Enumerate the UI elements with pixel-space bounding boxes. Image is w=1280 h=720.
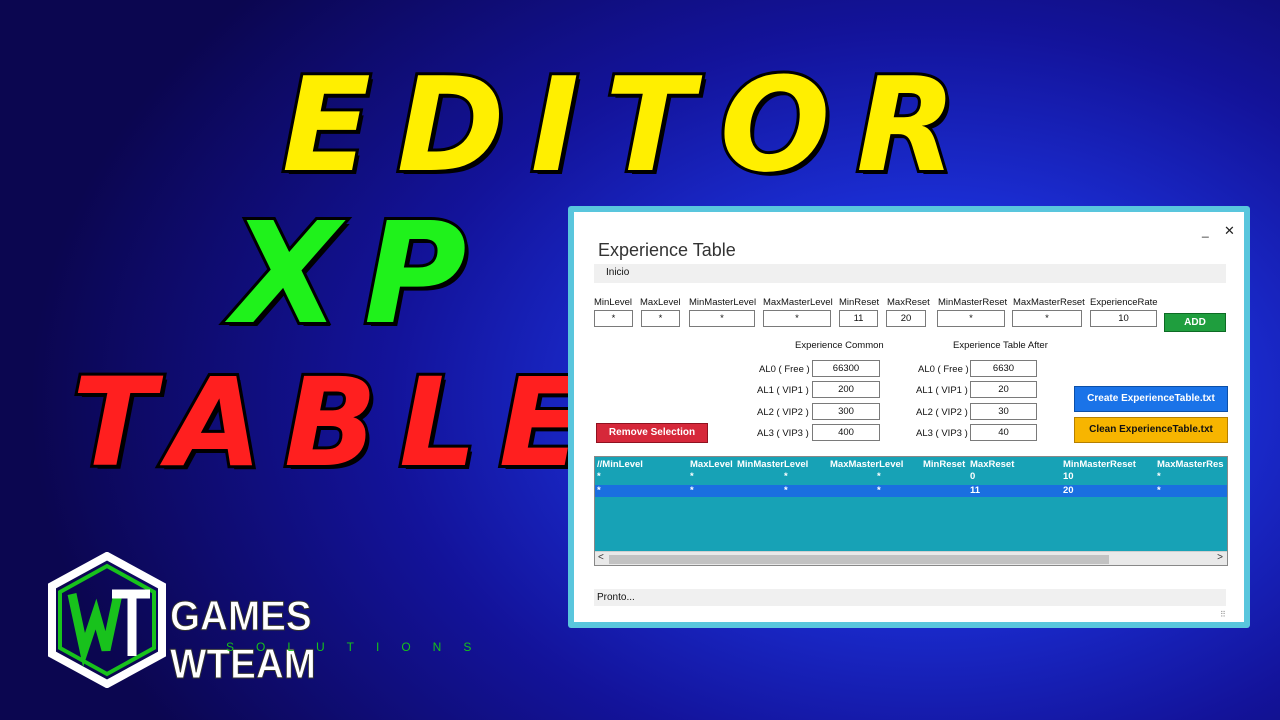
column-header[interactable]: //MinLevel bbox=[597, 459, 643, 470]
after-al2-input[interactable]: 30 bbox=[970, 403, 1037, 420]
wt-logo-icon bbox=[48, 552, 166, 688]
common-al1-input[interactable]: 200 bbox=[812, 381, 880, 398]
close-button[interactable]: ✕ bbox=[1224, 223, 1235, 239]
common-al2-input[interactable]: 300 bbox=[812, 403, 880, 420]
experiencerate-input[interactable]: 10 bbox=[1090, 310, 1157, 327]
experience-table-window: _ ✕ Experience Table Inicio MinLevel * M… bbox=[568, 206, 1250, 628]
minlevel-input[interactable]: * bbox=[594, 310, 633, 327]
headline-xp: XP bbox=[229, 193, 491, 356]
minlevel-label: MinLevel bbox=[594, 297, 633, 308]
table-cell: * bbox=[597, 485, 601, 496]
table-cell: * bbox=[877, 485, 881, 496]
menu-item-inicio[interactable]: Inicio bbox=[606, 267, 629, 278]
after-al3-label: AL3 ( VIP3 ) bbox=[916, 428, 968, 439]
maxmasterreset-input[interactable]: * bbox=[1012, 310, 1082, 327]
table-row-selected[interactable]: * * * * 11 20 * bbox=[595, 485, 1227, 497]
minmasterreset-label: MinMasterReset bbox=[938, 297, 1008, 308]
maxreset-input[interactable]: 20 bbox=[886, 310, 926, 327]
table-cell: 20 bbox=[1063, 485, 1074, 496]
minreset-label: MinReset bbox=[839, 297, 880, 308]
experience-common-title: Experience Common bbox=[795, 340, 884, 351]
window-title: Experience Table bbox=[598, 240, 736, 260]
maxlevel-input[interactable]: * bbox=[641, 310, 680, 327]
status-bar: Pronto... bbox=[594, 589, 1226, 606]
resize-grip-icon[interactable]: ⠿ bbox=[1220, 610, 1226, 619]
table-cell: * bbox=[1157, 471, 1161, 482]
horizontal-scrollbar[interactable]: < > bbox=[595, 551, 1227, 565]
table-cell: * bbox=[784, 471, 788, 482]
common-al1-label: AL1 ( VIP1 ) bbox=[757, 385, 809, 396]
maxmasterlevel-label: MaxMasterLevel bbox=[763, 297, 833, 308]
experience-after-title: Experience Table After bbox=[953, 340, 1048, 351]
scroll-thumb[interactable] bbox=[609, 555, 1109, 564]
maxmasterlevel-input[interactable]: * bbox=[763, 310, 831, 327]
experience-data-grid[interactable]: //MinLevel MaxLevel MinMasterLevel MaxMa… bbox=[594, 456, 1228, 566]
create-experiencetable-button[interactable]: Create ExperienceTable.txt bbox=[1074, 386, 1228, 412]
common-al3-input[interactable]: 400 bbox=[812, 424, 880, 441]
after-al3-input[interactable]: 40 bbox=[970, 424, 1037, 441]
add-button[interactable]: ADD bbox=[1164, 313, 1226, 332]
minreset-input[interactable]: 11 bbox=[839, 310, 878, 327]
table-cell: * bbox=[690, 485, 694, 496]
games-wteam-logo: GAMES WTEAM SOLUTIONS bbox=[46, 552, 471, 692]
after-al2-label: AL2 ( VIP2 ) bbox=[916, 407, 968, 418]
table-cell: 0 bbox=[970, 471, 976, 482]
column-header[interactable]: MaxReset bbox=[970, 459, 1014, 470]
after-al0-input[interactable]: 6630 bbox=[970, 360, 1037, 377]
menu-bar: Inicio bbox=[594, 264, 1226, 283]
minmasterreset-input[interactable]: * bbox=[937, 310, 1005, 327]
experiencerate-label: ExperienceRate bbox=[1090, 297, 1158, 308]
minimize-button[interactable]: _ bbox=[1202, 224, 1209, 238]
table-cell: * bbox=[877, 471, 881, 482]
common-al3-label: AL3 ( VIP3 ) bbox=[757, 428, 809, 439]
column-header[interactable]: MaxMasterLevel bbox=[830, 459, 903, 470]
after-al1-input[interactable]: 20 bbox=[970, 381, 1037, 398]
column-header[interactable]: MaxLevel bbox=[690, 459, 733, 470]
table-cell: 10 bbox=[1063, 471, 1074, 482]
maxreset-label: MaxReset bbox=[887, 297, 930, 308]
table-cell: * bbox=[1157, 485, 1161, 496]
common-al0-label: AL0 ( Free ) bbox=[759, 364, 810, 375]
headline-table: TABLE bbox=[69, 352, 605, 494]
logo-subtitle: SOLUTIONS bbox=[226, 640, 494, 654]
status-text: Pronto... bbox=[597, 592, 635, 603]
common-al0-input[interactable]: 66300 bbox=[812, 360, 880, 377]
common-al2-label: AL2 ( VIP2 ) bbox=[757, 407, 809, 418]
maxlevel-label: MaxLevel bbox=[640, 297, 681, 308]
scroll-right-icon[interactable]: > bbox=[1217, 552, 1223, 563]
after-al0-label: AL0 ( Free ) bbox=[918, 364, 969, 375]
minmasterlevel-input[interactable]: * bbox=[689, 310, 755, 327]
column-header[interactable]: MinReset bbox=[923, 459, 965, 470]
headline-editor: EDITOR bbox=[279, 49, 983, 201]
table-cell: * bbox=[784, 485, 788, 496]
column-header[interactable]: MaxMasterRes bbox=[1157, 459, 1224, 470]
column-header[interactable]: MinMasterLevel bbox=[737, 459, 808, 470]
after-al1-label: AL1 ( VIP1 ) bbox=[916, 385, 968, 396]
table-cell: * bbox=[690, 471, 694, 482]
table-cell: 11 bbox=[970, 485, 981, 496]
clean-experiencetable-button[interactable]: Clean ExperienceTable.txt bbox=[1074, 417, 1228, 443]
minmasterlevel-label: MinMasterLevel bbox=[689, 297, 757, 308]
table-cell: * bbox=[597, 471, 601, 482]
maxmasterreset-label: MaxMasterReset bbox=[1013, 297, 1085, 308]
remove-selection-button[interactable]: Remove Selection bbox=[596, 423, 708, 443]
column-header[interactable]: MinMasterReset bbox=[1063, 459, 1136, 470]
scroll-left-icon[interactable]: < bbox=[598, 552, 604, 563]
